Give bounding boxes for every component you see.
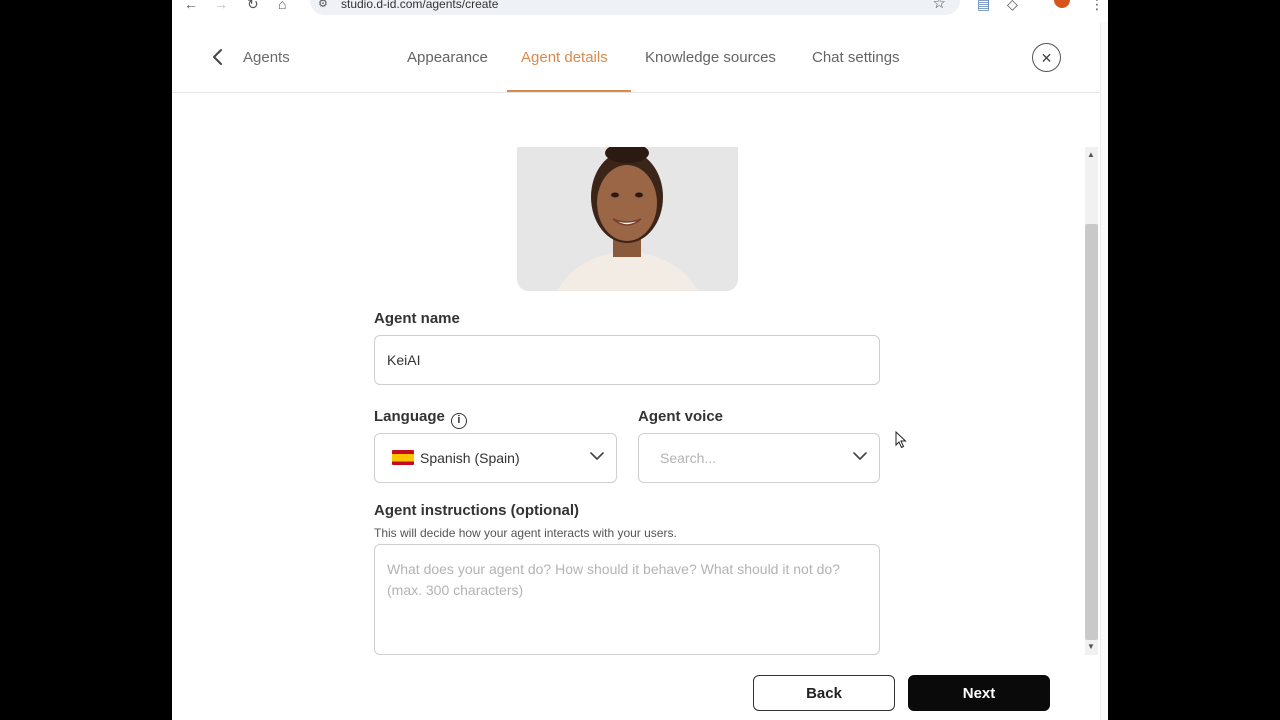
close-button[interactable]: ✕: [1032, 43, 1061, 72]
language-select[interactable]: Spanish (Spain): [374, 433, 617, 483]
chevron-left-icon: [213, 49, 222, 65]
instructions-helper-text: This will decide how your agent interact…: [374, 526, 677, 540]
back-to-agents-link[interactable]: Agents: [212, 48, 290, 66]
instructions-label: Agent instructions (optional): [374, 502, 579, 519]
tab-knowledge-sources[interactable]: Knowledge sources: [645, 49, 776, 66]
extensions-puzzle-icon[interactable]: ◇: [1007, 0, 1018, 11]
profile-avatar[interactable]: [1054, 0, 1070, 8]
url-text: studio.d-id.com/agents/create: [341, 0, 499, 11]
agent-voice-label: Agent voice: [638, 408, 724, 425]
tab-agent-details[interactable]: Agent details: [521, 49, 608, 66]
browser-toolbar: ← → ↻ ⌂ ⚙ studio.d-id.com/agents/create …: [172, 0, 1108, 22]
active-tab-indicator: [507, 90, 631, 92]
agent-voice-placeholder: Search...: [660, 450, 717, 466]
agent-name-field[interactable]: KeiAI: [374, 335, 880, 385]
chevron-down-icon: [853, 452, 867, 460]
close-icon: ✕: [1040, 49, 1053, 66]
back-arrow-icon[interactable]: ←: [184, 0, 198, 11]
reload-icon[interactable]: ↻: [247, 0, 259, 11]
agent-name-value: KeiAI: [387, 352, 421, 368]
agent-name-label: Agent name: [374, 310, 460, 327]
site-settings-icon[interactable]: ⚙: [318, 0, 328, 10]
tab-appearance[interactable]: Appearance: [407, 49, 488, 66]
agent-voice-select[interactable]: Search...: [638, 433, 880, 483]
extension-icon[interactable]: ▤: [977, 0, 990, 11]
forward-arrow-icon[interactable]: →: [214, 0, 228, 11]
bookmark-star-icon[interactable]: ☆: [933, 0, 946, 12]
address-bar[interactable]: ⚙ studio.d-id.com/agents/create ☆: [310, 0, 960, 15]
language-value: Spanish (Spain): [420, 450, 520, 466]
agent-create-page: Agents Appearance Agent details Knowledg…: [172, 22, 1108, 720]
back-label: Agents: [243, 48, 290, 66]
info-icon[interactable]: i: [450, 413, 467, 429]
language-selected: Spanish (Spain): [392, 450, 520, 466]
language-label-text: Language: [374, 408, 445, 425]
scroll-up-arrow-icon[interactable]: ▲: [1087, 150, 1095, 159]
browser-menu-icon[interactable]: ⋮: [1090, 0, 1104, 11]
agent-avatar-image: [517, 147, 738, 291]
language-label: Language i: [374, 408, 467, 429]
back-button[interactable]: Back: [753, 675, 895, 711]
spain-flag-icon: [392, 450, 414, 465]
tab-chat-settings[interactable]: Chat settings: [812, 49, 900, 66]
chevron-down-icon: [590, 452, 604, 460]
scrollbar-thumb[interactable]: [1085, 224, 1098, 640]
wizard-navigation: Agents Appearance Agent details Knowledg…: [172, 22, 1108, 93]
instructions-textarea[interactable]: [374, 544, 880, 655]
next-button[interactable]: Next: [908, 675, 1050, 711]
window-edge: [1100, 22, 1108, 720]
home-icon[interactable]: ⌂: [278, 0, 286, 11]
scroll-down-arrow-icon[interactable]: ▼: [1087, 642, 1095, 651]
mouse-cursor-icon: [895, 431, 907, 449]
